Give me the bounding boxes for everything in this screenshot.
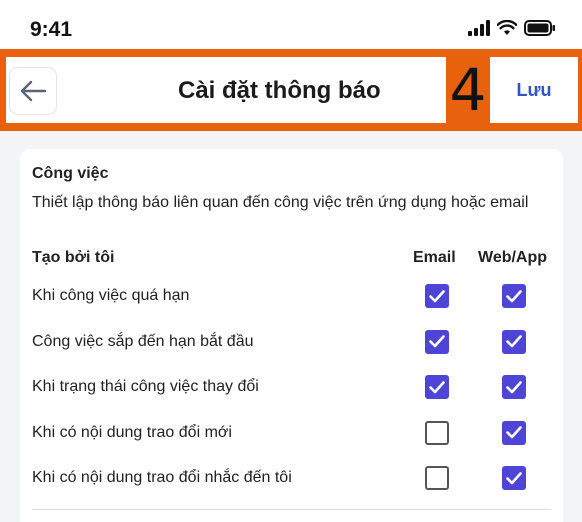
notification-label: Khi có nội dung trao đổi mới — [32, 423, 232, 441]
notification-label: Công việc sắp đến hạn bắt đầu — [32, 332, 254, 350]
email-checkbox[interactable] — [425, 284, 449, 308]
email-checkbox[interactable] — [425, 329, 449, 354]
status-icons — [468, 18, 556, 38]
save-button-container: Lưu — [490, 57, 578, 123]
email-checkbox[interactable] — [425, 420, 449, 445]
web-app-checkbox[interactable] — [502, 420, 526, 445]
group-title: Tạo bởi tôi — [32, 249, 115, 266]
signal-icon — [468, 20, 490, 36]
notification-row: Công việc sắp đến hạn bắt đầu — [20, 328, 563, 358]
web-app-checkbox[interactable] — [502, 375, 526, 399]
battery-icon — [524, 20, 555, 36]
email-checkbox[interactable] — [425, 375, 449, 399]
section-description: Thiết lập thông báo liên quan đến công v… — [32, 194, 529, 211]
column-header-web-app: Web/App — [478, 249, 548, 266]
email-checkbox[interactable] — [425, 466, 449, 490]
status-bar: 9:41 — [0, 0, 582, 52]
header-bar: Cài đặt thông báo — [6, 57, 446, 123]
status-time: 9:41 — [30, 18, 73, 41]
web-app-checkbox[interactable] — [502, 284, 526, 308]
notification-label: Khi công việc quá hạn — [32, 287, 190, 304]
page-title: Cài đặt thông báo — [178, 77, 381, 104]
wifi-icon — [497, 20, 517, 35]
section-title: Công việc — [32, 165, 109, 182]
step-marker: 4 — [449, 56, 487, 124]
arrow-left-icon — [20, 80, 47, 102]
notification-row: Khi công việc quá hạn — [20, 282, 563, 312]
divider — [32, 509, 551, 510]
web-app-checkbox[interactable] — [502, 466, 526, 490]
notification-row: Khi có nội dung trao đổi nhắc đến tôi — [20, 464, 563, 494]
notification-label: Khi trạng thái công việc thay đổi — [32, 378, 259, 395]
web-app-checkbox[interactable] — [502, 329, 526, 354]
column-header-email: Email — [413, 249, 456, 266]
back-button[interactable] — [9, 67, 57, 115]
notification-label: Khi có nội dung trao đổi nhắc đến tôi — [32, 469, 292, 486]
save-button[interactable]: Lưu — [516, 80, 551, 101]
header: Cài đặt thông báo 4 Lưu — [0, 49, 582, 131]
notification-row: Khi có nội dung trao đổi mới — [20, 419, 563, 449]
notification-row: Khi trạng thái công việc thay đổi — [20, 373, 563, 403]
settings-card: Công việc Thiết lập thông báo liên quan … — [20, 149, 563, 522]
